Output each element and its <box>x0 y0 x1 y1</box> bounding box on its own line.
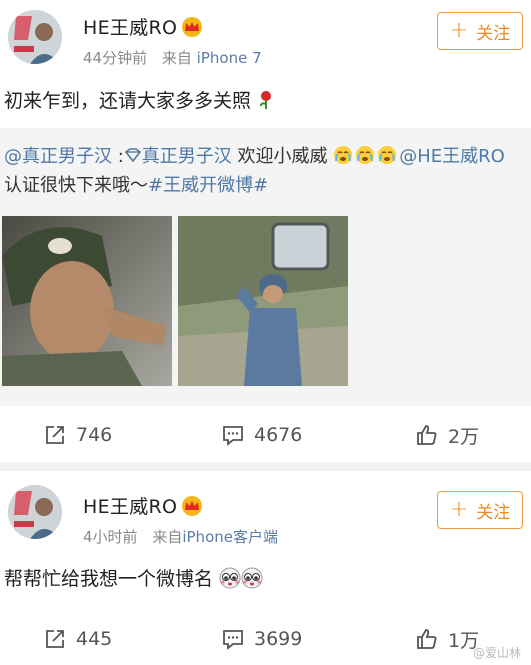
watermark: @爱山林 <box>472 646 521 660</box>
mention-link[interactable]: 真正男子汉 <box>142 146 232 167</box>
crown-badge-icon <box>181 496 203 516</box>
post-time: 4小时前 <box>83 528 138 546</box>
source-prefix: 来自 <box>152 528 183 546</box>
like-button[interactable]: 1万 <box>416 619 479 659</box>
mention-link[interactable]: @真正男子汉 <box>4 146 112 167</box>
photo-thumbnail[interactable] <box>2 216 172 386</box>
repost-body: 认证很快下来哦～ <box>4 175 148 196</box>
repost-body: 欢迎小威威 <box>231 146 328 167</box>
weibo-post: HE王威RO 44分钟前 来自 iPhone 7 + 关注 初来乍到，还请大家多… <box>0 0 531 462</box>
comment-icon <box>223 630 243 650</box>
share-icon <box>46 426 64 444</box>
follow-button[interactable]: + 关注 <box>437 491 523 529</box>
repost-card[interactable]: @真正男子汉 : 真正男子汉 欢迎小威威 @HE王威RO 认证很快下来哦～#王威开… <box>0 128 531 406</box>
plus-icon: + <box>449 18 469 43</box>
topic-link[interactable]: #王威开微博# <box>148 175 268 196</box>
repost-text: @真正男子汉 : 真正男子汉 欢迎小威威 @HE王威RO 认证很快下来哦～#王威开… <box>4 142 524 200</box>
avatar[interactable] <box>8 485 62 539</box>
like-count: 2万 <box>448 425 480 448</box>
comment-icon <box>223 426 243 446</box>
post-source[interactable]: iPhone客户端 <box>182 528 278 546</box>
comment-button[interactable]: 3699 <box>222 619 302 659</box>
share-icon <box>46 630 64 648</box>
post-text: 帮帮忙给我想一个微博名 <box>4 564 263 591</box>
weibo-post: HE王威RO 4小时前 来自iPhone客户端 + 关注 帮帮忙给我想一个微博名… <box>0 471 531 665</box>
comment-button[interactable]: 4676 <box>222 415 302 455</box>
rose-emoji-icon <box>260 91 272 109</box>
diamond-icon <box>124 148 141 163</box>
post-actions: 746 4676 2万 <box>0 415 531 455</box>
repost-button[interactable]: 746 <box>44 415 112 455</box>
repost-count: 445 <box>76 628 113 650</box>
thumbs-up-icon <box>417 629 437 649</box>
repost-button[interactable]: 445 <box>44 619 112 659</box>
post-meta: 4小时前 来自iPhone客户端 <box>83 526 278 547</box>
comment-count: 4676 <box>254 424 303 446</box>
post-text-content: 帮帮忙给我想一个微博名 <box>4 568 214 590</box>
follow-button[interactable]: + 关注 <box>437 12 523 50</box>
source-prefix: 来自 <box>161 49 192 67</box>
separator: : <box>112 146 124 167</box>
username-text[interactable]: HE王威RO <box>83 496 177 518</box>
post-text-content: 初来乍到，还请大家多多关照 <box>4 90 252 112</box>
repost-count: 746 <box>76 424 113 446</box>
photo-thumbnail[interactable] <box>178 216 348 386</box>
post-time: 44分钟前 <box>83 49 148 67</box>
post-meta: 44分钟前 来自 iPhone 7 <box>83 47 262 68</box>
follow-label: 关注 <box>476 23 511 44</box>
mention-link[interactable]: @HE王威RO <box>399 146 505 167</box>
follow-label: 关注 <box>476 502 511 523</box>
like-button[interactable]: 2万 <box>416 415 479 455</box>
post-actions: 445 3699 1万 <box>0 619 531 659</box>
comment-count: 3699 <box>254 628 303 650</box>
username[interactable]: HE王威RO <box>83 492 203 519</box>
crying-emoji-icons <box>328 146 400 167</box>
thumbs-up-icon <box>417 425 437 445</box>
pleading-emoji-icons <box>219 567 263 589</box>
post-source[interactable]: iPhone 7 <box>197 49 262 67</box>
crown-badge-icon <box>181 17 203 37</box>
username[interactable]: HE王威RO <box>83 13 203 40</box>
plus-icon: + <box>449 497 469 522</box>
username-text[interactable]: HE王威RO <box>83 17 177 39</box>
post-text: 初来乍到，还请大家多多关照 <box>4 86 275 113</box>
avatar[interactable] <box>8 10 62 64</box>
